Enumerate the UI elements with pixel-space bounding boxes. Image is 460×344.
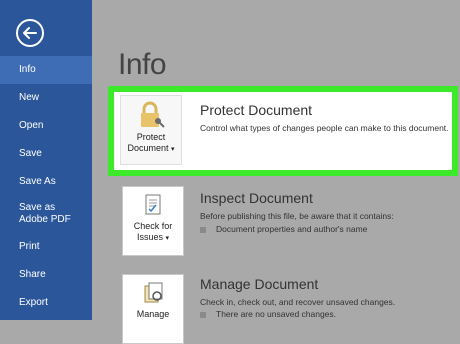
nav-item-share[interactable]: Share <box>0 261 92 289</box>
manage-bullet-item: There are no unsaved changes. <box>200 309 336 319</box>
manage-document-icon <box>144 282 163 303</box>
nav-item-info[interactable]: Info <box>0 56 92 84</box>
check-for-issues-button[interactable]: Check for Issues ▾ <box>122 186 184 256</box>
protect-tile-label-2: Document ▾ <box>127 143 175 153</box>
manage-tile-label-1: Manage <box>136 309 170 319</box>
bullet-icon <box>200 311 206 318</box>
nav-item-save-as[interactable]: Save As <box>0 168 92 196</box>
nav-item-export[interactable]: Export <box>0 289 92 317</box>
nav-item-open[interactable]: Open <box>0 112 92 140</box>
nav-item-save-as-adobe-pdf[interactable]: Save as Adobe PDF <box>0 200 80 228</box>
nav-item-save[interactable]: Save <box>0 140 92 168</box>
protect-tile-label-1: Protect <box>136 132 166 142</box>
protect-document-heading: Protect Document <box>200 102 313 118</box>
inspect-tile-label-2: Issues ▾ <box>136 232 170 242</box>
inspect-tile-label-1: Check for <box>133 221 173 231</box>
nav-item-new[interactable]: New <box>0 84 92 112</box>
manage-document-description: Check in, check out, and recover unsaved… <box>200 297 396 307</box>
nav-item-print[interactable]: Print <box>0 233 92 261</box>
back-button[interactable] <box>15 18 45 48</box>
lock-key-icon <box>141 101 165 128</box>
inspect-document-heading: Inspect Document <box>200 190 313 206</box>
manage-document-heading: Manage Document <box>200 276 319 292</box>
back-arrow-icon <box>16 19 44 47</box>
protect-document-description: Control what types of changes people can… <box>200 123 449 133</box>
manage-document-button[interactable]: Manage <box>122 274 184 344</box>
inspect-document-description: Before publishing this file, be aware th… <box>200 211 394 221</box>
bullet-icon <box>200 226 206 233</box>
page-title: Info <box>118 48 167 81</box>
protect-document-button[interactable]: Protect Document ▾ <box>120 95 182 165</box>
backstage-sidebar: Info New Open Save Save As Save as Adobe… <box>0 0 92 320</box>
inspect-document-icon <box>145 194 161 215</box>
inspect-bullet-item: Document properties and author's name <box>200 224 367 234</box>
